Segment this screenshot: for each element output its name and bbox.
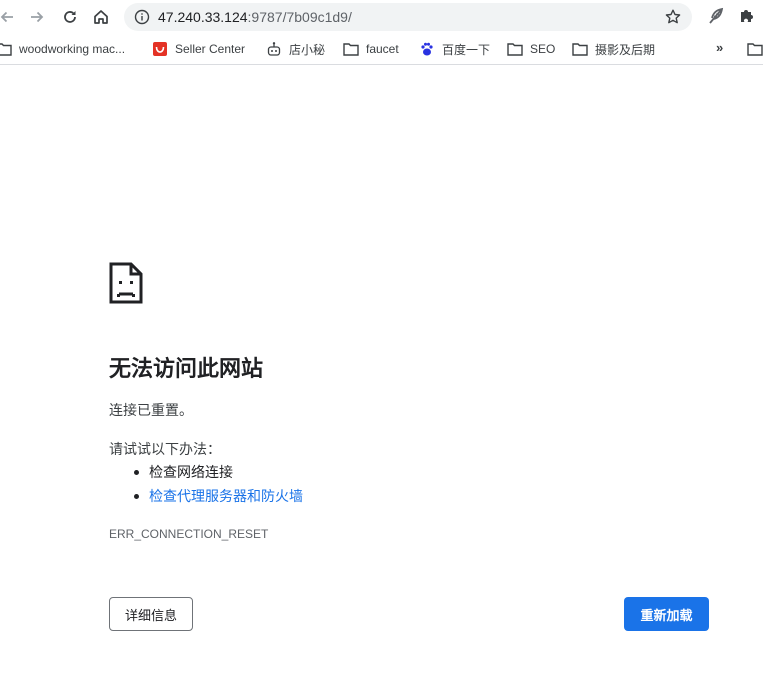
folder-icon xyxy=(0,41,12,57)
site-info-icon[interactable] xyxy=(134,9,150,30)
bookmarks-overflow-button[interactable]: » xyxy=(716,40,723,55)
bookmark-label: SEO xyxy=(530,42,556,56)
sad-page-icon xyxy=(109,262,143,309)
error-description: 连接已重置。 xyxy=(109,402,193,418)
bookmarks-bar: woodworking mac... Seller Center 店小秘 fau… xyxy=(0,34,763,65)
seller-center-icon xyxy=(152,41,168,57)
bookmark-label: Seller Center xyxy=(175,42,246,56)
other-bookmarks-folder-icon[interactable] xyxy=(747,41,763,57)
url-path: :9787/7b09c1d9/ xyxy=(247,9,352,25)
bookmark-woodworking[interactable]: woodworking mac... xyxy=(0,41,125,57)
folder-icon xyxy=(343,41,359,57)
back-arrow-icon[interactable] xyxy=(0,4,20,30)
folder-icon xyxy=(747,41,763,57)
bookmark-label: 百度一下 xyxy=(442,42,491,57)
reload-icon[interactable] xyxy=(57,4,83,30)
baidu-paw-icon xyxy=(419,41,435,57)
error-title: 无法访问此网站 xyxy=(109,356,264,381)
suggestions-heading: 请试试以下办法： xyxy=(109,441,221,457)
folder-icon xyxy=(507,41,523,57)
bookmark-baidu[interactable]: 百度一下 xyxy=(419,41,490,57)
bookmark-photography[interactable]: 摄影及后期 xyxy=(572,41,655,57)
bookmark-dianxiaomi[interactable]: 店小秘 xyxy=(266,41,325,57)
details-button[interactable]: 详细信息 xyxy=(109,597,193,631)
bookmark-faucet[interactable]: faucet xyxy=(343,41,399,57)
address-bar[interactable]: 47.240.33.124:9787/7b09c1d9/ xyxy=(124,3,692,31)
bookmark-star-icon[interactable] xyxy=(664,8,682,31)
suggestions-list: 检查网络连接 检查代理服务器和防火墙 xyxy=(109,460,303,508)
browser-toolbar: 47.240.33.124:9787/7b09c1d9/ xyxy=(0,0,763,34)
bookmark-seo[interactable]: SEO xyxy=(507,41,555,57)
bookmark-label: woodworking mac... xyxy=(19,42,126,56)
extensions-puzzle-icon[interactable] xyxy=(738,6,756,29)
home-icon[interactable] xyxy=(88,4,114,30)
feather-extension-icon[interactable] xyxy=(706,6,726,31)
url-host: 47.240.33.124 xyxy=(158,9,248,25)
bookmark-seller-center[interactable]: Seller Center xyxy=(152,41,245,57)
address-url[interactable]: 47.240.33.124:9787/7b09c1d9/ xyxy=(158,9,352,25)
suggestion-check-proxy-link[interactable]: 检查代理服务器和防火墙 xyxy=(109,484,303,508)
forward-arrow-icon[interactable] xyxy=(24,4,50,30)
bookmark-label: faucet xyxy=(366,42,399,56)
folder-icon xyxy=(572,41,588,57)
bookmark-label: 摄影及后期 xyxy=(595,42,656,57)
reload-button[interactable]: 重新加载 xyxy=(624,597,709,631)
robot-icon xyxy=(266,41,282,57)
error-code: ERR_CONNECTION_RESET xyxy=(109,527,269,541)
bookmark-label: 店小秘 xyxy=(289,42,326,57)
suggestion-check-network: 检查网络连接 xyxy=(109,460,303,484)
